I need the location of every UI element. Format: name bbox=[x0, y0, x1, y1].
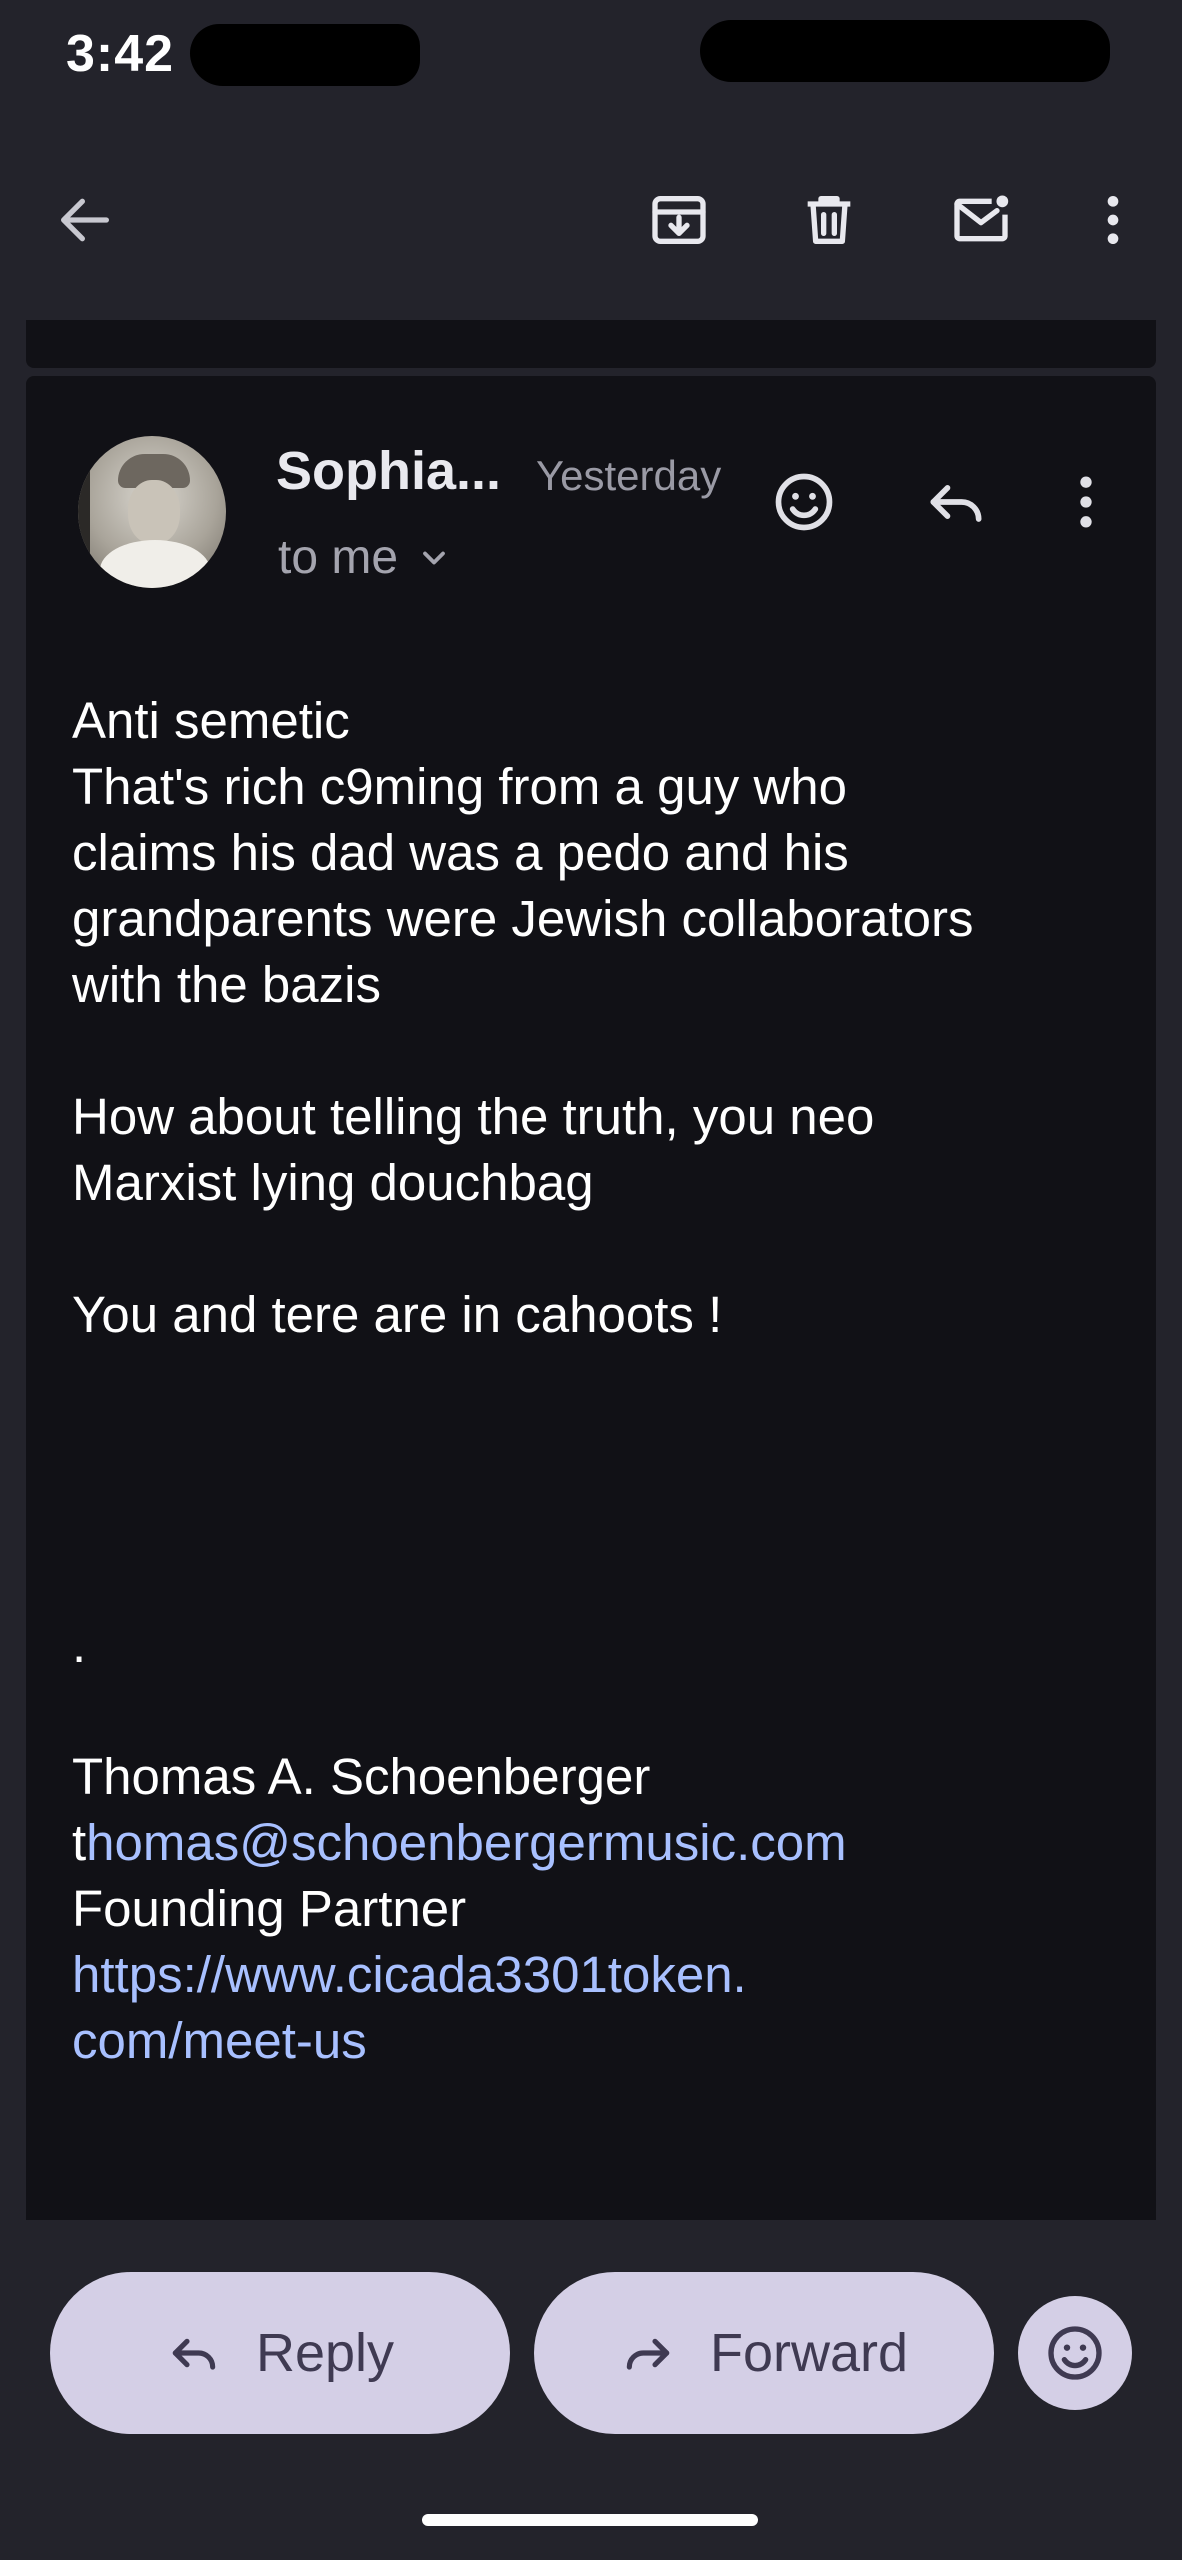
body-line: Marxist lying douchbag bbox=[72, 1154, 594, 1211]
reply-label: Reply bbox=[255, 2323, 395, 2383]
more-vert-icon bbox=[1080, 476, 1092, 528]
redaction-mark bbox=[700, 20, 1110, 82]
redaction-mark bbox=[190, 24, 420, 86]
reply-icon bbox=[930, 485, 982, 522]
reply-button[interactable] bbox=[914, 460, 998, 544]
signature-url-link[interactable]: https://www.cicada3301token. bbox=[72, 1942, 1132, 2008]
home-indicator[interactable] bbox=[422, 2514, 758, 2526]
delete-button[interactable] bbox=[784, 175, 874, 265]
add-reaction-button[interactable] bbox=[762, 460, 846, 544]
recipient-details[interactable]: to me bbox=[278, 530, 452, 585]
body-line: Anti semetic bbox=[72, 692, 350, 749]
back-button[interactable] bbox=[40, 175, 130, 265]
arrow-left-icon bbox=[61, 198, 109, 242]
signature-email-link[interactable]: homas@schoenbergermusic.com bbox=[86, 1814, 846, 1871]
chevron-down-icon bbox=[423, 551, 445, 564]
more-vert-icon bbox=[1107, 196, 1119, 244]
trash-icon bbox=[807, 196, 851, 244]
signature-title: Founding Partner bbox=[72, 1880, 467, 1937]
archive-button[interactable] bbox=[634, 175, 724, 265]
body-line bbox=[72, 1678, 1132, 1744]
reply-icon bbox=[172, 2338, 216, 2370]
status-time: 3:42 bbox=[66, 25, 175, 83]
sender-avatar[interactable] bbox=[78, 436, 226, 588]
body-line: How about telling the truth, you neo bbox=[72, 1088, 875, 1145]
archive-icon bbox=[652, 196, 706, 244]
status-bar: 3:42 bbox=[0, 0, 1182, 120]
forward-icon bbox=[626, 2338, 670, 2370]
signature-url-link[interactable]: com/meet-us bbox=[72, 2008, 1132, 2074]
mail-unread-icon bbox=[954, 195, 1009, 242]
body-line bbox=[72, 1480, 1132, 1546]
message-time: Yesterday bbox=[536, 452, 722, 499]
body-line: . bbox=[72, 1616, 87, 1673]
signature-email-prefix: t bbox=[72, 1814, 87, 1871]
body-line: grandparents were Jewish collaborators bbox=[72, 890, 974, 947]
body-line: with the bazis bbox=[72, 956, 381, 1013]
message-more-button[interactable] bbox=[1044, 460, 1128, 544]
collapsed-message-card[interactable] bbox=[26, 320, 1156, 368]
body-line bbox=[72, 1546, 1132, 1612]
react-emoji-button[interactable] bbox=[1018, 2296, 1132, 2410]
body-line bbox=[72, 1348, 1132, 1414]
emoji-icon bbox=[775, 473, 833, 531]
email-body: Anti semetic That's rich c9ming from a g… bbox=[72, 688, 1132, 2074]
body-line: You and tere are in cahoots ! bbox=[72, 1286, 723, 1343]
body-line bbox=[72, 1018, 1132, 1084]
mark-unread-button[interactable] bbox=[936, 175, 1026, 265]
body-line: claims his dad was a pedo and his bbox=[72, 824, 849, 881]
emoji-icon bbox=[1048, 2326, 1102, 2380]
reply-action-button[interactable]: Reply bbox=[50, 2272, 510, 2434]
body-line: That's rich c9ming from a guy who bbox=[72, 758, 848, 815]
forward-action-button[interactable]: Forward bbox=[534, 2272, 994, 2434]
top-app-bar bbox=[0, 120, 1182, 320]
body-line bbox=[72, 1216, 1132, 1282]
signature-name: Thomas A. Schoenberger bbox=[72, 1748, 651, 1805]
signature-email-line: thomas@schoenbergermusic.com bbox=[72, 1810, 1132, 1876]
more-options-button[interactable] bbox=[1068, 175, 1158, 265]
body-line bbox=[72, 1414, 1132, 1480]
sender-name[interactable]: Sophia... bbox=[276, 440, 501, 502]
forward-label: Forward bbox=[709, 2323, 909, 2383]
recipient-label: to me bbox=[278, 531, 399, 584]
